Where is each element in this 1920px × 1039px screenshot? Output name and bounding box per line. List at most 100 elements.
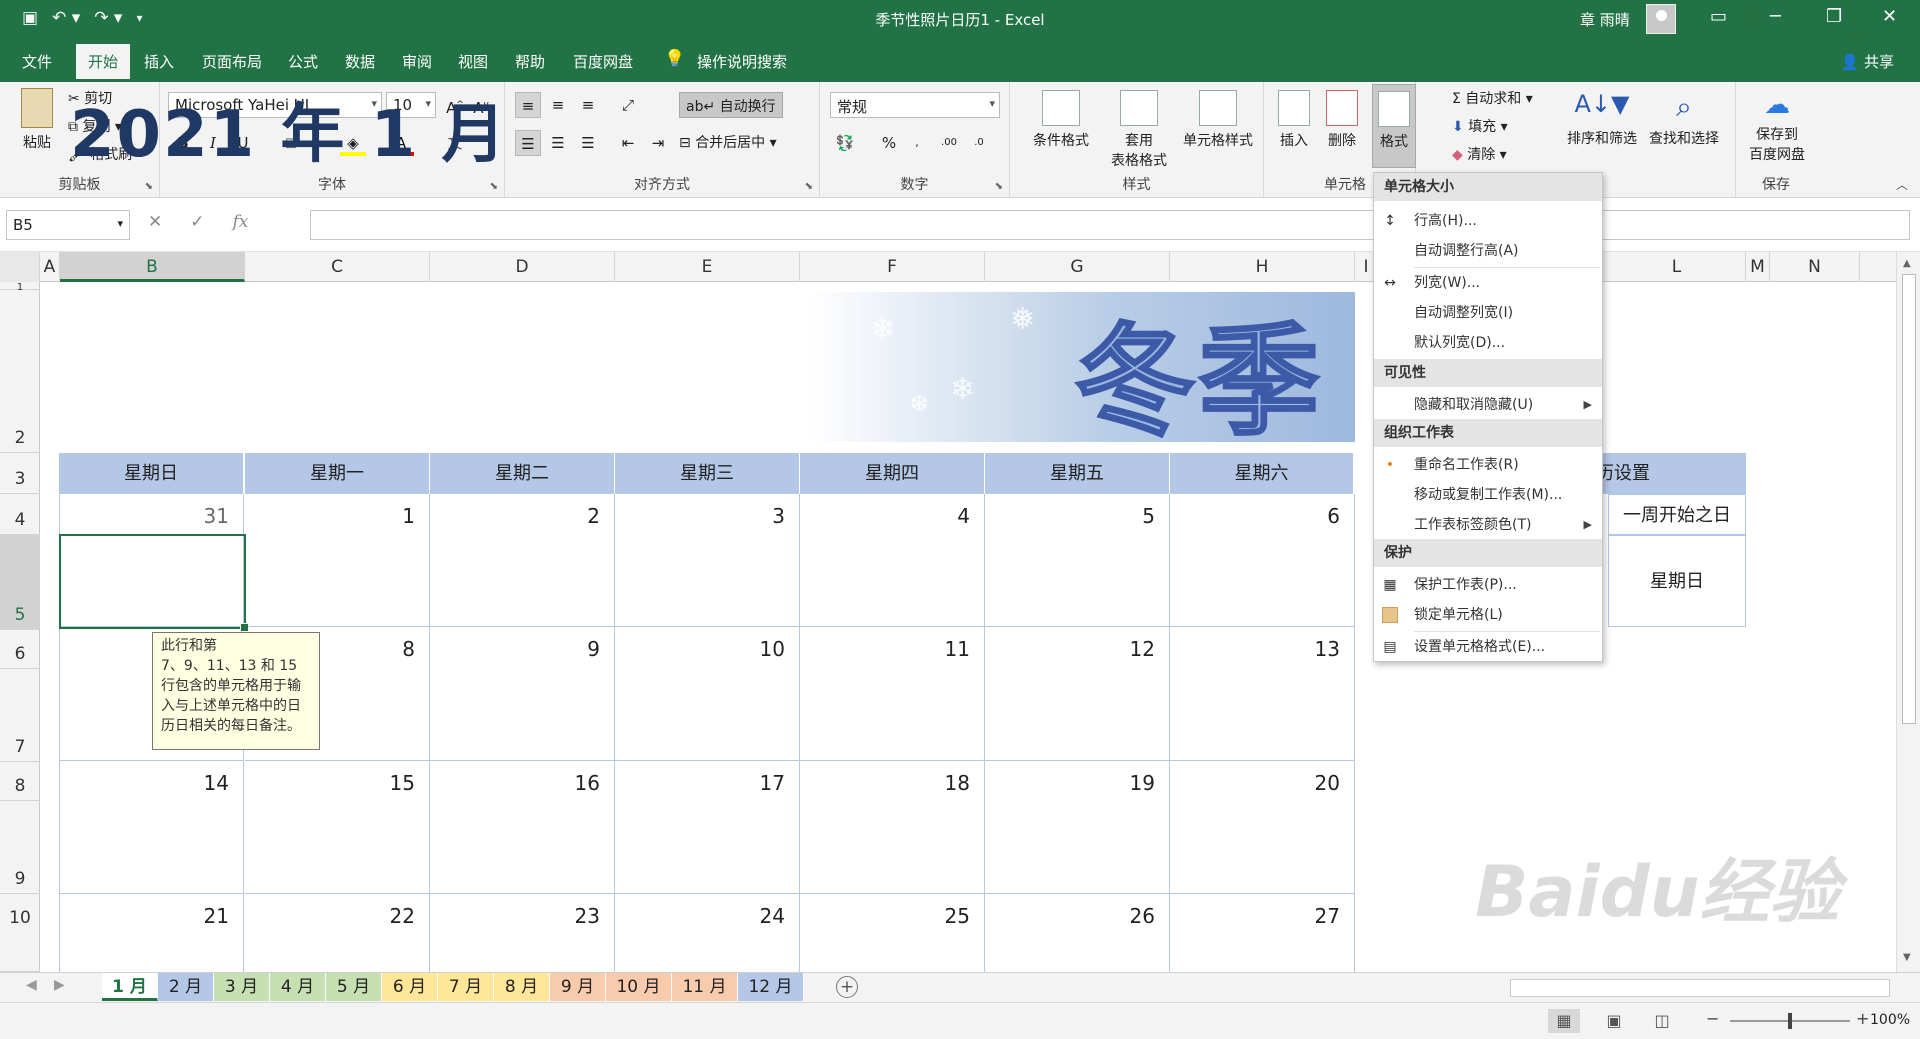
align-middle-icon[interactable]: ≡ — [545, 92, 571, 118]
row-header-3[interactable]: 3 — [0, 453, 40, 494]
zoom-slider-knob[interactable] — [1788, 1013, 1792, 1029]
delete-cells-button[interactable]: 删除 — [1320, 90, 1364, 150]
save-to-baidu-button[interactable]: ☁ 保存到 百度网盘 — [1742, 90, 1812, 164]
sheet-tab[interactable]: 3 月 — [214, 973, 270, 1001]
page-layout-view-icon[interactable]: ▣ — [1598, 1009, 1630, 1033]
decrease-indent-icon[interactable]: ⇤ — [615, 130, 641, 156]
menu-item-tab-color[interactable]: 工作表标签颜色(T) ▶ — [1374, 511, 1602, 539]
tab-home[interactable]: 开始 — [76, 44, 131, 82]
column-header-a[interactable]: A — [40, 252, 60, 282]
cell-styles-button[interactable]: 单元格样式 — [1178, 90, 1258, 150]
zoom-level[interactable]: 100% — [1870, 1012, 1910, 1028]
menu-item-lock-cell[interactable]: 锁定单元格(L) — [1374, 601, 1602, 629]
align-left-icon[interactable]: ☰ — [515, 130, 541, 156]
selected-cell-b5[interactable] — [59, 534, 249, 632]
calendar-day-cell[interactable]: 25 — [800, 894, 985, 974]
week-start-value-cell[interactable]: 星期日 — [1608, 535, 1746, 627]
calendar-day-cell[interactable]: 20 — [1170, 761, 1355, 894]
calendar-day-cell[interactable]: 26 — [985, 894, 1170, 974]
insert-function-icon[interactable]: fx — [233, 212, 249, 232]
menu-item-rename-sheet[interactable]: • 重命名工作表(R) — [1374, 451, 1602, 479]
row-header-5[interactable]: 5 — [0, 535, 40, 630]
tab-insert[interactable]: 插入 — [144, 51, 174, 72]
row-header-8[interactable]: 8 — [0, 762, 40, 801]
row-header-9[interactable]: 9 — [0, 801, 40, 894]
dialog-launcher-icon[interactable]: ⬊ — [490, 181, 498, 192]
select-all-corner[interactable] — [0, 252, 40, 282]
align-right-icon[interactable]: ☰ — [575, 130, 601, 156]
calendar-day-cell[interactable]: 24 — [615, 894, 800, 974]
dialog-launcher-icon[interactable]: ⬊ — [145, 181, 153, 192]
vertical-scroll-thumb[interactable] — [1902, 274, 1916, 724]
calendar-day-cell[interactable]: 19 — [985, 761, 1170, 894]
increase-indent-icon[interactable]: ⇥ — [645, 130, 671, 156]
avatar[interactable] — [1646, 4, 1676, 34]
sheet-tab[interactable]: 10 月 — [606, 973, 672, 1001]
maximize-icon[interactable]: ❐ — [1826, 6, 1842, 27]
weekday-header[interactable]: 星期六 — [1170, 453, 1354, 494]
minimize-icon[interactable]: ─ — [1770, 6, 1781, 27]
zoom-slider[interactable] — [1730, 1013, 1850, 1029]
menu-item-move-copy-sheet[interactable]: 移动或复制工作表(M)... — [1374, 481, 1602, 509]
weekday-header[interactable]: 星期二 — [430, 453, 615, 494]
menu-item-column-width[interactable]: ↔ 列宽(W)... — [1374, 269, 1602, 297]
calendar-day-cell[interactable]: 3 — [615, 494, 800, 627]
calendar-day-cell[interactable]: 15 — [245, 761, 430, 894]
sheet-tab[interactable]: 1 月 — [102, 973, 158, 1001]
zoom-in-icon[interactable]: + — [1856, 1009, 1869, 1028]
menu-item-row-height[interactable]: ↕ 行高(H)... — [1374, 207, 1602, 235]
sheet-tab[interactable]: 9 月 — [550, 973, 606, 1001]
sheet-tab[interactable]: 5 月 — [326, 973, 382, 1001]
row-header-1[interactable]: 1 — [0, 282, 40, 293]
wrap-text-button[interactable]: ab↵ 自动换行 — [679, 92, 783, 118]
share-button[interactable]: 👤 共享 — [1841, 51, 1894, 72]
column-header-f[interactable]: F — [800, 252, 985, 282]
column-header-b[interactable]: B — [60, 252, 245, 282]
menu-item-format-cells[interactable]: ▤ 设置单元格格式(E)... — [1374, 633, 1602, 661]
weekday-header[interactable]: 星期三 — [615, 453, 800, 494]
sort-filter-button[interactable]: A↓▼ 排序和筛选 — [1564, 90, 1640, 148]
scroll-up-icon[interactable]: ▲ — [1903, 258, 1911, 269]
weekday-header[interactable]: 星期日 — [59, 453, 244, 494]
calendar-day-cell[interactable]: 4 — [800, 494, 985, 627]
calendar-day-cell[interactable]: 1 — [245, 494, 430, 627]
user-name[interactable]: 章 雨晴 — [1580, 9, 1630, 30]
clear-button[interactable]: ◆ 清除 ▾ — [1452, 144, 1507, 164]
scroll-down-icon[interactable]: ▼ — [1903, 952, 1911, 963]
calendar-day-cell[interactable]: 18 — [800, 761, 985, 894]
weekday-header[interactable]: 星期五 — [985, 453, 1170, 494]
accounting-format-icon[interactable]: 💱 — [832, 130, 858, 156]
format-as-table-button[interactable]: 套用 表格格式 — [1104, 90, 1174, 170]
calendar-day-cell[interactable]: 13 — [1170, 627, 1355, 761]
increase-decimal-icon[interactable]: .00 — [936, 130, 962, 156]
calendar-day-cell[interactable]: 27 — [1170, 894, 1355, 974]
conditional-formatting-button[interactable]: 条件格式 — [1026, 90, 1096, 150]
tab-baidu-netdisk[interactable]: 百度网盘 — [573, 51, 633, 72]
row-header-2[interactable]: 2 — [0, 290, 40, 453]
insert-cells-button[interactable]: 插入 — [1272, 90, 1316, 150]
number-format-box[interactable]: 常规 ▾ — [830, 92, 1000, 118]
align-center-icon[interactable]: ☰ — [545, 130, 571, 156]
row-header-6[interactable]: 6 — [0, 630, 40, 669]
percent-icon[interactable]: % — [876, 130, 902, 156]
sheet-tab[interactable]: 4 月 — [270, 973, 326, 1001]
row-header-4[interactable]: 4 — [0, 494, 40, 535]
paste-button[interactable]: 粘贴 — [14, 88, 60, 152]
tab-file[interactable]: 文件 — [22, 51, 52, 72]
sheet-tab[interactable]: 8 月 — [494, 973, 550, 1001]
column-header-e[interactable]: E — [615, 252, 800, 282]
tell-me-search[interactable]: 操作说明搜索 — [697, 51, 787, 72]
calendar-day-cell[interactable]: 16 — [430, 761, 615, 894]
comma-style-icon[interactable]: , — [904, 130, 930, 156]
ribbon-display-options-icon[interactable]: ▭ — [1710, 6, 1727, 27]
column-header-n[interactable]: N — [1770, 252, 1860, 282]
calendar-day-cell[interactable]: 21 — [59, 894, 244, 974]
merge-center-button[interactable]: ⊟ 合并后居中 ▾ — [679, 132, 777, 152]
align-top-icon[interactable]: ≡ — [515, 92, 541, 118]
find-select-button[interactable]: ⌕ 查找和选择 — [1646, 90, 1722, 148]
fill-button[interactable]: ⬇ 填充 ▾ — [1452, 116, 1508, 136]
tab-data[interactable]: 数据 — [345, 51, 375, 72]
formula-input[interactable] — [310, 210, 1910, 240]
column-header-d[interactable]: D — [430, 252, 615, 282]
sheet-prev-icon[interactable]: ◀ — [26, 977, 37, 993]
